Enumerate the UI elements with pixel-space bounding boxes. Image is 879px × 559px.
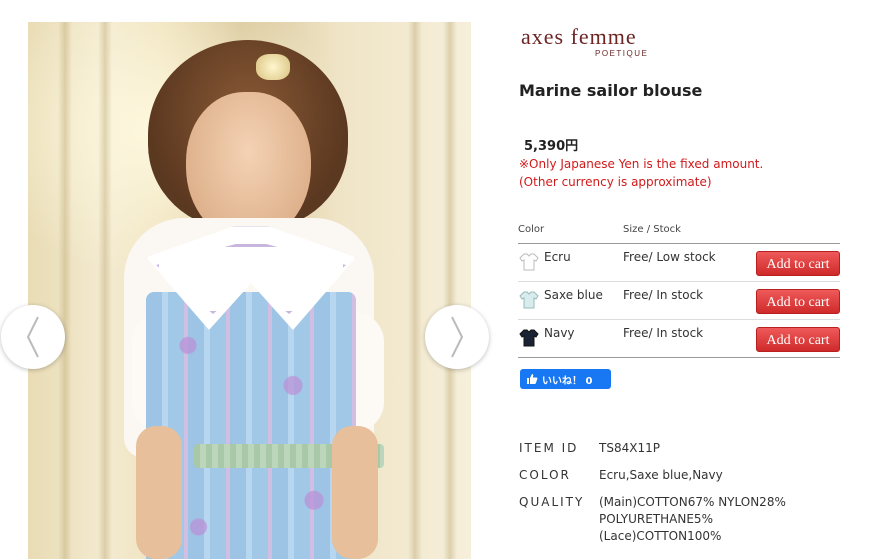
header-color: Color xyxy=(518,224,545,235)
curtain-fold xyxy=(98,22,112,559)
add-to-cart-button[interactable]: Add to cart xyxy=(756,251,840,276)
spec-key: COLOR xyxy=(519,468,571,482)
spec-row: ITEM ID TS84X11P xyxy=(519,440,819,457)
variant-stock: Free/ In stock xyxy=(623,288,704,302)
variant-table-header: Color Size / Stock xyxy=(518,224,840,244)
spec-row: QUALITY (Main)COTTON67% NYLON28% POLYURE… xyxy=(519,494,819,545)
variant-stock: Free/ Low stock xyxy=(623,250,716,264)
gallery-prev-button[interactable] xyxy=(1,305,65,369)
left-arm xyxy=(136,426,182,559)
variant-row: Saxe blue Free/ In stock Add to cart xyxy=(518,282,840,320)
currency-note-line: (Other currency is approximate) xyxy=(519,175,712,189)
chevron-left-icon xyxy=(26,316,39,358)
variant-row: Navy Free/ In stock Add to cart xyxy=(518,320,840,358)
hairpin xyxy=(256,54,290,80)
spec-value: TS84X11P xyxy=(599,441,660,455)
product-specs: ITEM ID TS84X11P COLOR Ecru,Saxe blue,Na… xyxy=(519,440,819,555)
spec-value-line: (Lace)COTTON100% xyxy=(599,529,722,543)
chevron-right-icon xyxy=(451,316,464,358)
variant-color: Saxe blue xyxy=(544,288,603,302)
spec-value: Ecru,Saxe blue,Navy xyxy=(599,468,723,482)
header-size-stock: Size / Stock xyxy=(623,224,681,235)
variant-table: Color Size / Stock Ecru Free/ Low stock … xyxy=(518,224,840,358)
product-photo xyxy=(28,22,471,559)
gallery-next-button[interactable] xyxy=(425,305,489,369)
curtain-fold xyxy=(58,22,72,559)
spec-value: (Main)COTTON67% NYLON28% POLYURETHANE5% … xyxy=(599,494,819,545)
currency-note: ※Only Japanese Yen is the fixed amount. … xyxy=(519,155,763,191)
variant-color: Navy xyxy=(544,326,575,340)
variant-row: Ecru Free/ Low stock Add to cart xyxy=(518,244,840,282)
thumbs-up-icon xyxy=(527,374,538,384)
spec-value-line: (Main)COTTON67% NYLON28% POLYURETHANE5% xyxy=(599,495,786,526)
variant-stock: Free/ In stock xyxy=(623,326,704,340)
spec-key: QUALITY xyxy=(519,495,585,509)
blouse-swatch-icon xyxy=(518,290,540,310)
product-title: Marine sailor blouse xyxy=(519,81,703,100)
blouse-swatch-icon xyxy=(518,328,540,348)
blouse-swatch-icon xyxy=(518,252,540,272)
right-arm xyxy=(332,426,378,559)
curtain-fold xyxy=(408,22,422,559)
brand-name: axes femme xyxy=(521,24,637,49)
add-to-cart-button[interactable]: Add to cart xyxy=(756,327,840,352)
brand-subname: POETIQUE xyxy=(595,49,649,58)
curtain-fold xyxy=(443,22,457,559)
like-label: いいね！ 0 xyxy=(542,375,593,387)
product-price: 5,390円 xyxy=(524,139,579,154)
add-to-cart-button[interactable]: Add to cart xyxy=(756,289,840,314)
variant-color: Ecru xyxy=(544,250,571,264)
currency-note-line: ※Only Japanese Yen is the fixed amount. xyxy=(519,157,764,171)
spec-row: COLOR Ecru,Saxe blue,Navy xyxy=(519,467,819,484)
facebook-like-button[interactable]: いいね！ 0 xyxy=(520,369,611,389)
brand-logo[interactable]: axes femme POETIQUE xyxy=(521,25,661,61)
spec-key: ITEM ID xyxy=(519,441,579,455)
